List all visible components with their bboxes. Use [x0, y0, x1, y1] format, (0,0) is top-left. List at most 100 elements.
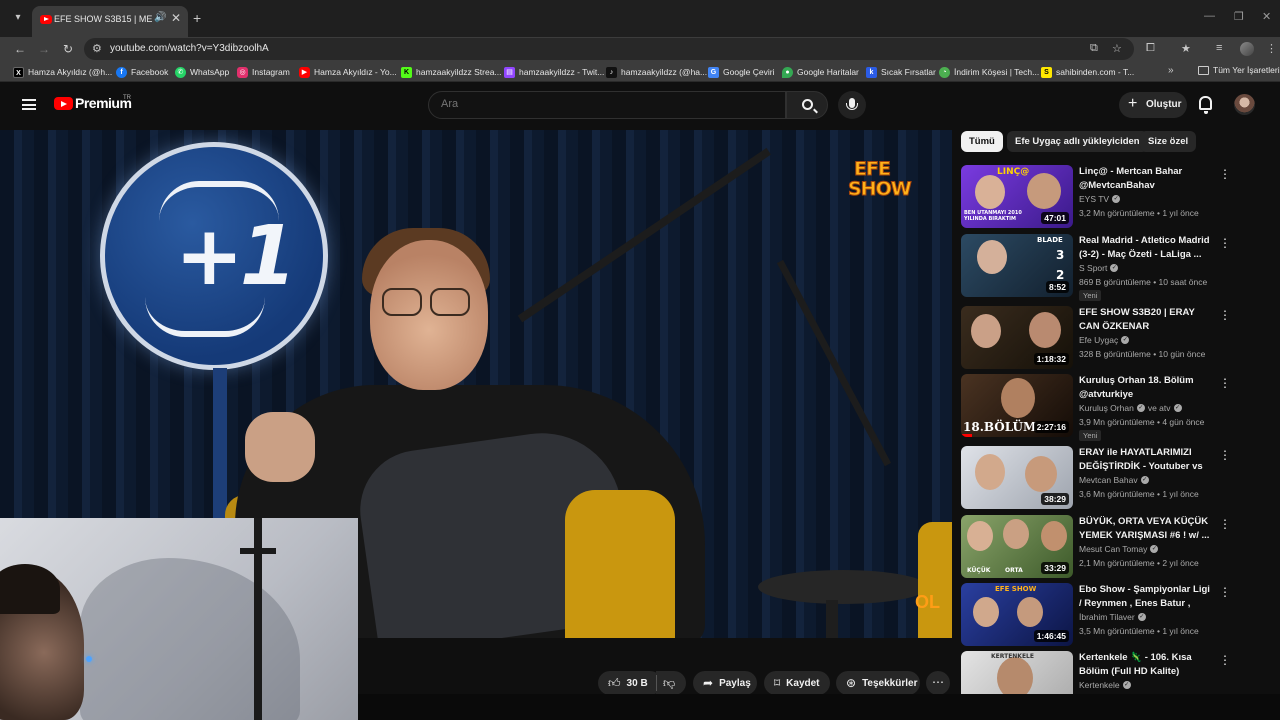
bookmark-item[interactable]: Ssahibinden.com - T...: [1041, 65, 1134, 79]
channel-name[interactable]: Kuruluş Orhan ✓ ve atv ✓: [1079, 403, 1182, 413]
back-icon[interactable]: ←: [11, 40, 29, 58]
more-options-icon[interactable]: ⋮: [1219, 308, 1231, 324]
chip-all[interactable]: Tümü: [961, 131, 1003, 152]
video-title[interactable]: ERAY ile HAYATLARIMIZI DEĞİŞTİRDİK - You…: [1079, 446, 1213, 473]
like-button[interactable]: 👍︎ 30 B: [598, 671, 662, 695]
thumbs-up-icon: 👍︎: [608, 675, 621, 690]
close-window-icon[interactable]: ✕: [1262, 10, 1271, 23]
video-thumbnail[interactable]: BLADE 3 2 8:52: [961, 234, 1073, 297]
video-title[interactable]: Real Madrid - Atletico Madrid (3-2) - Ma…: [1079, 234, 1213, 261]
video-title[interactable]: Ebo Show - Şampiyonlar Ligi / Reynmen , …: [1079, 583, 1213, 610]
recommendation-item[interactable]: 38:29 ERAY ile HAYATLARIMIZI DEĞİŞTİRDİK…: [961, 446, 1261, 510]
bookmark-item[interactable]: ▤ hamzaakyildzz - Twit...: [504, 65, 604, 79]
forward-icon[interactable]: →: [35, 40, 53, 58]
bookmark-item[interactable]: ● Google Haritalar: [782, 65, 859, 79]
chip-for-you[interactable]: Size özel: [1140, 131, 1197, 152]
thumb-face: [975, 175, 1005, 209]
browser-tab-active[interactable]: EFE SHOW S3B15 | MERTCA 🔊 ✕: [32, 6, 188, 37]
more-options-icon[interactable]: ⋮: [1219, 653, 1231, 669]
site-info-icon[interactable]: ⚙: [92, 42, 102, 55]
more-options-icon[interactable]: ⋮: [1219, 585, 1231, 601]
recommendation-item[interactable]: BLADE 3 2 8:52 Real Madrid - Atletico Ma…: [961, 234, 1261, 301]
channel-name[interactable]: Mevtcan Bahav ✓: [1079, 475, 1149, 485]
recommendation-item[interactable]: EFE SHOW 1:46:45 Ebo Show - Şampiyonlar …: [961, 583, 1261, 647]
video-thumbnail[interactable]: KERTENKELE: [961, 651, 1073, 694]
video-title[interactable]: Kertenkele 🦎 - 106. Kısa Bölüm (Full HD …: [1079, 651, 1213, 678]
chip-uploader[interactable]: Efe Uygaç adlı yükleyiciden: [1007, 131, 1148, 152]
user-avatar[interactable]: [1234, 94, 1255, 115]
video-title[interactable]: Kuruluş Orhan 18. Bölüm @atvturkiye: [1079, 374, 1213, 401]
video-thumbnail[interactable]: EFE SHOW 1:46:45: [961, 583, 1073, 646]
bookmark-item[interactable]: G Google Çeviri: [708, 65, 775, 79]
bookmark-item[interactable]: ♪ hamzaakyildzz (@ha...: [606, 65, 707, 79]
close-tab-icon[interactable]: ✕: [171, 11, 181, 25]
save-button[interactable]: ⌑ Kaydet: [764, 671, 830, 695]
video-thumbnail[interactable]: LINÇ@ BEN UTANMAYI 2010 YILINDA BIRAKTIM…: [961, 165, 1073, 228]
bookmark-item[interactable]: X Hamza Akyıldız (@h...: [13, 65, 112, 79]
more-actions-icon[interactable]: ⋯: [926, 671, 950, 695]
recommendation-item[interactable]: 1:18:32 EFE SHOW S3B20 | ERAY CAN ÖZKENA…: [961, 306, 1261, 370]
bookmark-item[interactable]: f Facebook: [116, 65, 168, 79]
bookmark-item[interactable]: ▶ Hamza Akyıldız - Yo...: [299, 65, 397, 79]
browser-tabstrip: ▾ EFE SHOW S3B15 | MERTCA 🔊 ✕ + — ❐ ✕: [0, 0, 1280, 37]
bookmark-item[interactable]: k Sıcak Fırsatlar: [866, 65, 936, 79]
media-control-icon[interactable]: ≡: [1216, 42, 1222, 54]
channel-name[interactable]: Efe Uygaç ✓: [1079, 335, 1130, 345]
search-button[interactable]: [786, 91, 828, 119]
notifications-bell-icon[interactable]: [1199, 96, 1212, 114]
channel-name[interactable]: EYS TV ✓: [1079, 194, 1121, 204]
video-thumbnail[interactable]: 1:18:32: [961, 306, 1073, 369]
search-input[interactable]: [441, 98, 771, 110]
share-button[interactable]: ➦ Paylaş: [693, 671, 757, 695]
more-options-icon[interactable]: ⋮: [1219, 517, 1231, 533]
recommendation-item[interactable]: KÜÇÜK ORTA 33:29 BÜYÜK, ORTA VEYA KÜÇÜK …: [961, 515, 1261, 579]
recommendation-item[interactable]: 18.BÖLÜM 2:27:16 Kuruluş Orhan 18. Bölüm…: [961, 374, 1261, 441]
extensions-icon[interactable]: ⧠: [1146, 42, 1155, 55]
install-app-icon[interactable]: ⧉: [1090, 42, 1098, 55]
menu-kebab-icon[interactable]: ⋮: [1266, 42, 1277, 55]
tab-search-icon[interactable]: ▾: [9, 9, 27, 27]
profile-avatar[interactable]: [1240, 42, 1254, 56]
video-thumbnail[interactable]: KÜÇÜK ORTA 33:29: [961, 515, 1073, 578]
bookmark-item[interactable]: ◎ Instagram: [237, 65, 290, 79]
more-options-icon[interactable]: ⋮: [1219, 167, 1231, 183]
recommendation-item[interactable]: LINÇ@ BEN UTANMAYI 2010 YILINDA BIRAKTIM…: [961, 165, 1261, 229]
bookmarks-star-icon[interactable]: ★: [1181, 42, 1191, 55]
more-options-icon[interactable]: ⋮: [1219, 448, 1231, 464]
url-text[interactable]: youtube.com/watch?v=Y3dibzoolhA: [110, 43, 269, 54]
bookmark-star-icon[interactable]: ☆: [1112, 42, 1122, 55]
address-bar[interactable]: ⚙ youtube.com/watch?v=Y3dibzoolhA ⧉ ☆: [84, 38, 1134, 60]
thanks-button[interactable]: ⊛ Teşekkürler: [836, 671, 920, 695]
youtube-logo-icon[interactable]: [54, 97, 73, 110]
bookmark-item[interactable]: ✆ WhatsApp: [175, 65, 229, 79]
thumb-face: [1027, 173, 1061, 209]
speaker-icon[interactable]: 🔊: [154, 12, 166, 23]
video-thumbnail[interactable]: 18.BÖLÜM 2:27:16: [961, 374, 1073, 437]
new-tab-button[interactable]: +: [193, 9, 201, 27]
indicator-light: [86, 656, 92, 662]
voice-search-button[interactable]: [838, 91, 866, 119]
video-title[interactable]: EFE SHOW S3B20 | ERAY CAN ÖZKENAR: [1079, 306, 1213, 333]
more-options-icon[interactable]: ⋮: [1219, 376, 1231, 392]
bookmark-item[interactable]: Khamzaakyildzz Strea...: [401, 65, 502, 79]
restore-icon[interactable]: ❐: [1234, 10, 1244, 23]
all-bookmarks-button[interactable]: Tüm Yer İşaretleri: [1198, 65, 1280, 75]
channel-name[interactable]: Mesut Can Tomay ✓: [1079, 544, 1159, 554]
dislike-button[interactable]: 👎︎: [656, 671, 686, 695]
create-button[interactable]: + Oluştur: [1119, 92, 1187, 118]
bookmark-item[interactable]: ◔ İndirim Köşesi | Tech...: [939, 65, 1039, 79]
video-title[interactable]: Linç@ - Mertcan Bahar @MevtcanBahav: [1079, 165, 1213, 192]
channel-name[interactable]: S Sport ✓: [1079, 263, 1119, 273]
channel-name[interactable]: Kertenkele ✓: [1079, 680, 1131, 690]
video-title[interactable]: BÜYÜK, ORTA VEYA KÜÇÜK YEMEK YARIŞMASI #…: [1079, 515, 1213, 542]
more-bookmarks-chevron-icon[interactable]: »: [1168, 65, 1174, 76]
reload-icon[interactable]: ↻: [59, 40, 77, 58]
channel-name[interactable]: İbrahim Tilaver ✓: [1079, 612, 1146, 622]
recommendation-item[interactable]: KERTENKELE Kertenkele 🦎 - 106. Kısa Bölü…: [961, 651, 1261, 694]
video-thumbnail[interactable]: 38:29: [961, 446, 1073, 509]
more-options-icon[interactable]: ⋮: [1219, 236, 1231, 252]
search-box[interactable]: [428, 91, 786, 119]
hamburger-menu-icon[interactable]: [22, 99, 36, 110]
minimize-icon[interactable]: —: [1204, 10, 1215, 22]
age: 10 saat önce: [1158, 277, 1208, 287]
